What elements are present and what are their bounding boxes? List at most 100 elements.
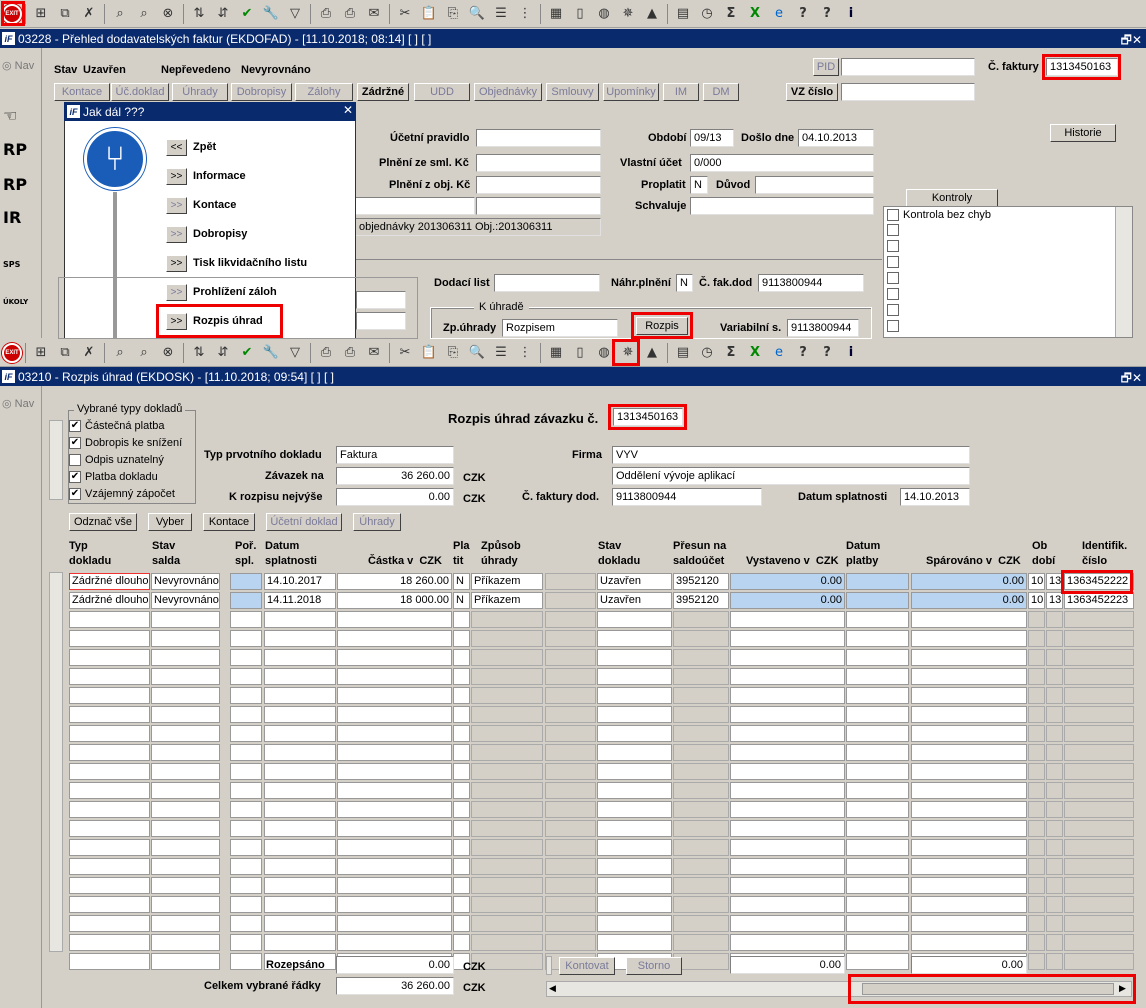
grid-empty-cell[interactable]: [337, 744, 452, 761]
excel-icon[interactable]: X: [745, 4, 765, 24]
grid-empty-cell[interactable]: [597, 706, 672, 723]
grid-empty-cell[interactable]: [337, 877, 452, 894]
grid-empty-cell[interactable]: [151, 706, 220, 723]
tab-4[interactable]: Zálohy: [295, 83, 353, 101]
grid-empty-cell[interactable]: [1046, 782, 1063, 799]
grid-empty-cell[interactable]: [1064, 953, 1134, 970]
grid-empty-cell[interactable]: [673, 877, 729, 894]
grid-empty-cell[interactable]: [453, 839, 470, 856]
grid-empty-cell[interactable]: [545, 725, 596, 742]
grid-empty-cell[interactable]: [471, 801, 543, 818]
tab-5[interactable]: Zádržné: [357, 83, 409, 101]
list-icon[interactable]: ☰: [491, 4, 511, 24]
document-icon[interactable]: ▯: [570, 4, 590, 24]
paste-icon[interactable]: ⎘: [443, 343, 463, 363]
grid-empty-cell[interactable]: [911, 801, 1027, 818]
grid-empty-cell[interactable]: [230, 668, 262, 685]
mail-icon[interactable]: ✉: [364, 4, 384, 24]
window-controls[interactable]: 🗗✕: [1121, 369, 1142, 390]
print-preview-icon[interactable]: ⎙: [340, 343, 360, 363]
insert-record-icon[interactable]: ⊞: [31, 4, 51, 24]
kontrola-checkbox[interactable]: [887, 320, 899, 332]
grid-empty-cell[interactable]: [911, 820, 1027, 837]
search-icon[interactable]: 🔍: [467, 4, 487, 24]
copy-record-icon[interactable]: ⧉: [55, 343, 75, 363]
tab-8[interactable]: Smlouvy: [546, 83, 599, 101]
grid-empty-cell[interactable]: [151, 668, 220, 685]
grid-empty-cell[interactable]: [911, 744, 1027, 761]
grid-empty-cell[interactable]: [151, 744, 220, 761]
grid-cell-vystaveno[interactable]: 0.00: [730, 573, 845, 590]
grid-empty-cell[interactable]: [69, 782, 150, 799]
doslo-field[interactable]: 04.10.2013: [798, 129, 874, 147]
proplatit-field[interactable]: N: [690, 176, 708, 194]
cut-icon[interactable]: ✂: [395, 4, 415, 24]
grid-empty-cell[interactable]: [730, 934, 845, 951]
grid-empty-cell[interactable]: [597, 858, 672, 875]
ship-wheel-icon[interactable]: ✵: [618, 4, 638, 24]
grid-empty-cell[interactable]: [151, 782, 220, 799]
grid-empty-cell[interactable]: [1064, 839, 1134, 856]
grid-empty-cell[interactable]: [846, 877, 909, 894]
grid-empty-cell[interactable]: [545, 839, 596, 856]
grid-empty-cell[interactable]: [1028, 725, 1045, 742]
grid-empty-cell[interactable]: [453, 820, 470, 837]
grid-cell-por[interactable]: [230, 592, 262, 609]
chart-icon[interactable]: ▤: [673, 4, 693, 24]
grid-empty-cell[interactable]: [1046, 915, 1063, 932]
grid-empty-cell[interactable]: [1028, 839, 1045, 856]
exit-icon[interactable]: EXIT: [2, 342, 22, 363]
grid-empty-cell[interactable]: [730, 725, 845, 742]
grid-empty-cell[interactable]: [151, 687, 220, 704]
grid-empty-cell[interactable]: [151, 649, 220, 666]
grid-empty-cell[interactable]: [1028, 915, 1045, 932]
grid-empty-cell[interactable]: [1028, 744, 1045, 761]
grid-empty-cell[interactable]: [337, 725, 452, 742]
sum-icon[interactable]: Σ: [721, 343, 741, 363]
grid-empty-cell[interactable]: [673, 763, 729, 780]
grid-empty-cell[interactable]: [730, 877, 845, 894]
grid-empty-cell[interactable]: [846, 630, 909, 647]
grid-empty-cell[interactable]: [597, 915, 672, 932]
tab-2[interactable]: Úhrady: [172, 83, 228, 101]
sort-desc-icon[interactable]: ⇵: [213, 4, 233, 24]
grid-empty-cell[interactable]: [597, 687, 672, 704]
rp-eu-button[interactable]: RP: [3, 175, 39, 205]
grid-empty-cell[interactable]: [69, 820, 150, 837]
grid-empty-cell[interactable]: [453, 801, 470, 818]
query-icon[interactable]: ⌕: [110, 4, 130, 24]
pid-button[interactable]: PID: [813, 58, 839, 76]
paste-icon[interactable]: ⎘: [443, 4, 463, 24]
grid-empty-cell[interactable]: [1046, 630, 1063, 647]
grid-empty-cell[interactable]: [911, 877, 1027, 894]
grid-empty-cell[interactable]: [730, 782, 845, 799]
grid-empty-cell[interactable]: [846, 858, 909, 875]
tab-0[interactable]: Kontace: [54, 83, 110, 101]
grid-empty-cell[interactable]: [545, 820, 596, 837]
kontrola-checkbox[interactable]: [887, 304, 899, 316]
grid-empty-cell[interactable]: [846, 725, 909, 742]
grid-empty-cell[interactable]: [1028, 630, 1045, 647]
insert-record-icon[interactable]: ⊞: [31, 343, 51, 363]
grid-empty-cell[interactable]: [69, 877, 150, 894]
grid-empty-cell[interactable]: [337, 630, 452, 647]
grid-empty-cell[interactable]: [471, 915, 543, 932]
grid-empty-cell[interactable]: [69, 858, 150, 875]
grid-empty-cell[interactable]: [151, 820, 220, 837]
grid-empty-cell[interactable]: [453, 763, 470, 780]
copy-record-icon[interactable]: ⧉: [55, 4, 75, 24]
grid-empty-cell[interactable]: [673, 896, 729, 913]
grid-empty-cell[interactable]: [471, 782, 543, 799]
clipboard-icon[interactable]: 📋: [419, 343, 439, 363]
grid-empty-cell[interactable]: [151, 725, 220, 742]
grid-empty-cell[interactable]: [846, 839, 909, 856]
grid-empty-cell[interactable]: [264, 839, 336, 856]
grid-cell-platit[interactable]: N: [453, 573, 470, 590]
grid-empty-cell[interactable]: [337, 668, 452, 685]
grid-empty-cell[interactable]: [453, 896, 470, 913]
grid-empty-cell[interactable]: [911, 839, 1027, 856]
print-preview-icon[interactable]: ⎙: [340, 4, 360, 24]
grid-empty-cell[interactable]: [1028, 858, 1045, 875]
grid-cell-typ[interactable]: Zádržné dlouho: [69, 573, 150, 590]
grid-empty-cell[interactable]: [730, 915, 845, 932]
